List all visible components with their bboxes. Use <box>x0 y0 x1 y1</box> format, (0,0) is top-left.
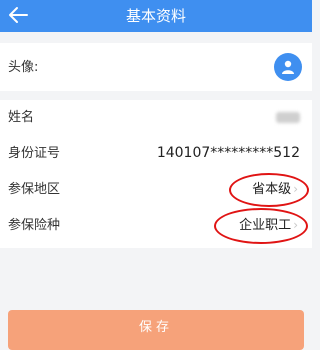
insured-region-label: 参保地区 <box>8 182 61 197</box>
avatar-label: 头像: <box>8 60 39 75</box>
header-bar: 基本资料 <box>0 0 312 32</box>
name-value-redacted <box>276 112 300 123</box>
id-number-row: 身份证号 140107*********512 <box>0 136 312 171</box>
insurance-type-label: 参保险种 <box>8 218 61 233</box>
id-number-value: 140107*********512 <box>156 145 300 161</box>
annotation-circle-region <box>229 173 309 207</box>
id-number-label: 身份证号 <box>8 146 61 161</box>
name-label: 姓名 <box>8 110 35 125</box>
user-avatar-icon[interactable] <box>274 53 302 81</box>
page-title: 基本资料 <box>125 7 186 25</box>
avatar-row[interactable]: 头像: <box>0 43 312 91</box>
annotation-circle-insurance-type <box>214 208 308 244</box>
save-button[interactable]: 保存 <box>8 310 304 350</box>
name-row: 姓名 <box>0 100 312 135</box>
